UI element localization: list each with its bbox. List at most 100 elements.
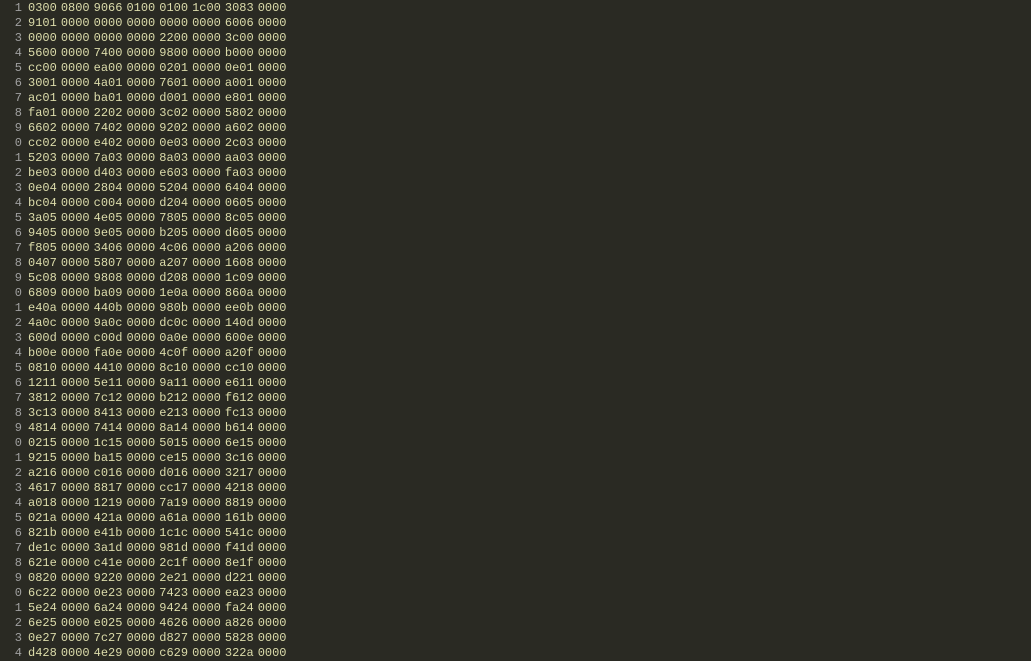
hex-group: 0000 <box>61 451 90 465</box>
hex-group: 0000 <box>258 631 287 645</box>
line-number: 2 <box>0 616 22 631</box>
hex-line: bc040000c0040000d204000006050000 <box>28 196 1031 211</box>
hex-group: 0000 <box>258 301 287 315</box>
hex-group: 0000 <box>258 361 287 375</box>
hex-group: 0000 <box>61 286 90 300</box>
line-number: 0 <box>0 136 22 151</box>
hex-group: 0000 <box>258 1 287 15</box>
hex-group: d221 <box>225 571 254 585</box>
hex-group: 0000 <box>258 391 287 405</box>
line-number: 4 <box>0 346 22 361</box>
hex-group: b00e <box>28 346 57 360</box>
hex-group: 0000 <box>258 151 287 165</box>
hex-group: 7805 <box>159 211 188 225</box>
hex-group: 0000 <box>192 526 221 540</box>
hex-group: 0000 <box>126 346 155 360</box>
hex-group: 0000 <box>258 106 287 120</box>
hex-group: 0000 <box>126 91 155 105</box>
hex-group: 0000 <box>258 586 287 600</box>
hex-group: 0000 <box>258 616 287 630</box>
hex-group: 0e01 <box>225 61 254 75</box>
hex-line: 821b0000e41b00001c1c0000541c0000 <box>28 526 1031 541</box>
hex-group: 0000 <box>258 226 287 240</box>
hex-group: 0000 <box>192 151 221 165</box>
hex-group: 0000 <box>192 226 221 240</box>
hex-group: 0000 <box>61 136 90 150</box>
hex-group: 5e24 <box>28 601 57 615</box>
hex-group: 0000 <box>258 316 287 330</box>
hex-group: 0000 <box>192 601 221 615</box>
line-number: 3 <box>0 331 22 346</box>
hex-group: 1219 <box>94 496 123 510</box>
hex-group: 5807 <box>94 256 123 270</box>
line-number: 4 <box>0 496 22 511</box>
hex-group: 0000 <box>192 46 221 60</box>
hex-group: 7c27 <box>94 631 123 645</box>
hex-group: 8e1f <box>225 556 254 570</box>
hex-line: e40a0000440b0000980b0000ee0b0000 <box>28 301 1031 316</box>
hex-group: 0000 <box>258 571 287 585</box>
hex-group: 0000 <box>192 241 221 255</box>
hex-group: 0000 <box>126 211 155 225</box>
hex-group: 0000 <box>61 391 90 405</box>
hex-group: 3a05 <box>28 211 57 225</box>
hex-group: 3083 <box>225 1 254 15</box>
hex-line: 600d0000c00d00000a0e0000600e0000 <box>28 331 1031 346</box>
hex-group: 5203 <box>28 151 57 165</box>
hex-group: 0000 <box>126 646 155 660</box>
hex-group: 0000 <box>258 496 287 510</box>
hex-group: 0000 <box>258 541 287 555</box>
hex-group: 0000 <box>192 616 221 630</box>
hex-group: 0000 <box>258 181 287 195</box>
hex-group: 0000 <box>61 466 90 480</box>
line-number: 3 <box>0 31 22 46</box>
hex-group: 4e05 <box>94 211 123 225</box>
hex-group: 0000 <box>258 451 287 465</box>
hex-group: 0810 <box>28 361 57 375</box>
hex-group: 0000 <box>258 76 287 90</box>
hex-group: 0000 <box>94 31 123 45</box>
hex-group: 0000 <box>192 301 221 315</box>
hex-group: aa03 <box>225 151 254 165</box>
hex-group: d208 <box>159 271 188 285</box>
hex-group: f612 <box>225 391 254 405</box>
hex-group: 0000 <box>126 316 155 330</box>
hex-group: 0000 <box>126 16 155 30</box>
hex-group: 0000 <box>192 541 221 555</box>
hex-group: 0e04 <box>28 181 57 195</box>
hex-group: 3c13 <box>28 406 57 420</box>
hex-group: 0000 <box>61 301 90 315</box>
hex-group: 0000 <box>192 256 221 270</box>
line-number: 9 <box>0 571 22 586</box>
hex-line: 0e2700007c270000d827000058280000 <box>28 631 1031 646</box>
hex-group: 6e15 <box>225 436 254 450</box>
hex-group: 2c1f <box>159 556 188 570</box>
hex-group: 0000 <box>192 271 221 285</box>
hex-content-area[interactable]: 030008009066010001001c003083000091010000… <box>28 0 1031 661</box>
hex-group: 9202 <box>159 121 188 135</box>
hex-group: 0000 <box>61 106 90 120</box>
hex-group: e213 <box>159 406 188 420</box>
hex-group: 0000 <box>258 331 287 345</box>
hex-group: 8a03 <box>159 151 188 165</box>
hex-group: 0000 <box>126 46 155 60</box>
hex-group: c41e <box>94 556 123 570</box>
hex-group: 0000 <box>258 466 287 480</box>
hex-group: b000 <box>225 46 254 60</box>
hex-group: 0100 <box>159 1 188 15</box>
hex-group: 0000 <box>192 181 221 195</box>
hex-group: 4410 <box>94 361 123 375</box>
hex-group: 0000 <box>192 196 221 210</box>
hex-group: 9808 <box>94 271 123 285</box>
hex-line: 560000007400000098000000b0000000 <box>28 46 1031 61</box>
hex-group: 0000 <box>126 181 155 195</box>
hex-group: 6a24 <box>94 601 123 615</box>
hex-group: 9e05 <box>94 226 123 240</box>
hex-group: 0000 <box>126 631 155 645</box>
hex-group: 0000 <box>192 586 221 600</box>
hex-group: 9220 <box>94 571 123 585</box>
hex-group: 0000 <box>126 121 155 135</box>
hex-line: 6c2200000e23000074230000ea230000 <box>28 586 1031 601</box>
hex-group: 0000 <box>258 481 287 495</box>
hex-group: e402 <box>94 136 123 150</box>
